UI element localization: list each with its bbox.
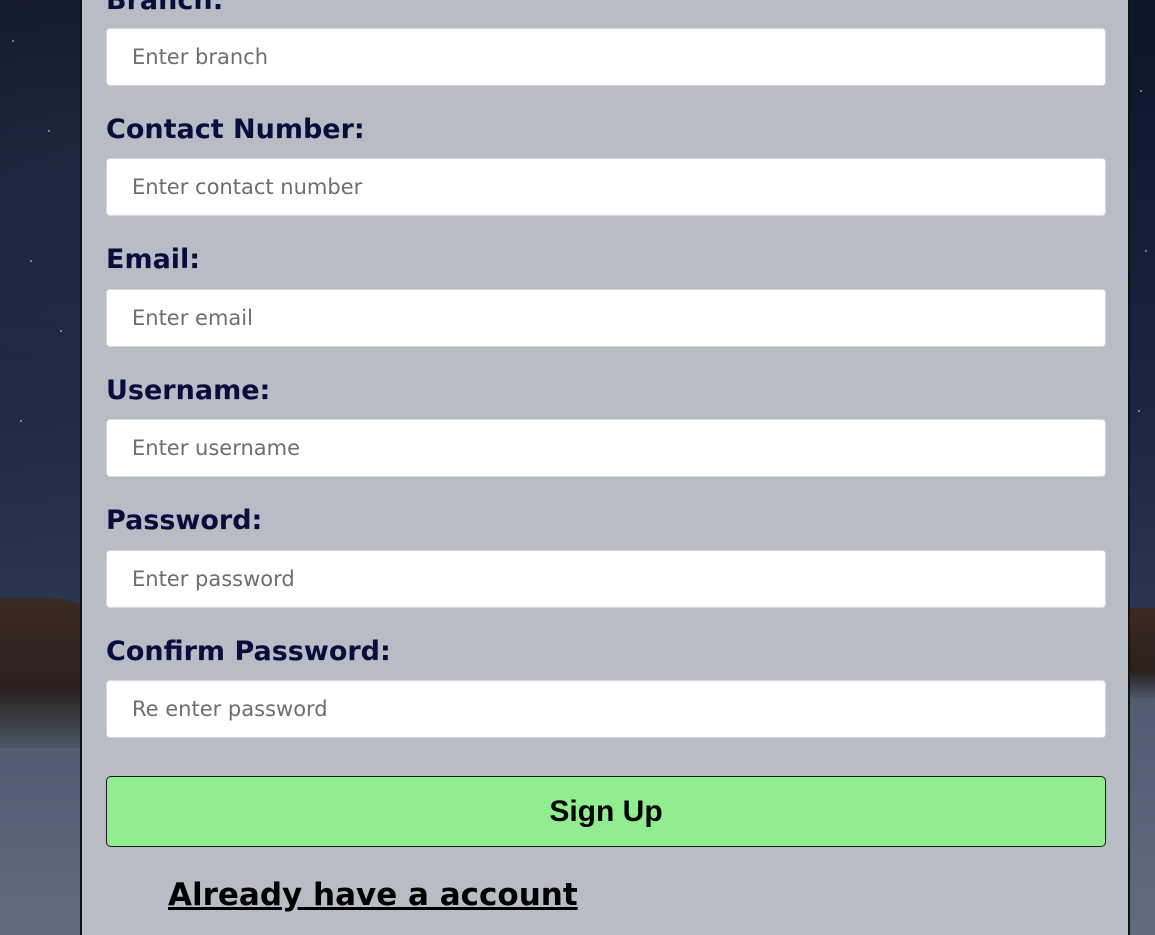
sign-up-button[interactable]: Sign Up xyxy=(106,776,1106,847)
star xyxy=(1145,250,1147,252)
username-label: Username: xyxy=(106,375,271,406)
contact-number-input[interactable] xyxy=(106,158,1106,216)
email-label: Email: xyxy=(106,244,201,275)
confirm-password-label: Confirm Password: xyxy=(106,636,391,667)
password-label: Password: xyxy=(106,505,263,536)
star xyxy=(1138,410,1140,412)
email-input[interactable] xyxy=(106,289,1106,347)
username-input[interactable] xyxy=(106,419,1106,477)
star xyxy=(20,420,22,422)
star xyxy=(12,40,14,42)
contact-number-label: Contact Number: xyxy=(106,114,365,145)
branch-input[interactable] xyxy=(106,28,1106,86)
landscape-silhouette xyxy=(0,598,90,748)
star xyxy=(30,260,32,262)
star xyxy=(48,130,50,132)
star xyxy=(60,330,62,332)
star xyxy=(1140,90,1142,92)
confirm-password-input[interactable] xyxy=(106,680,1106,738)
branch-label: Branch: xyxy=(106,0,224,16)
already-have-account-link[interactable]: Already have a account xyxy=(168,880,578,911)
password-input[interactable] xyxy=(106,550,1106,608)
water-reflection xyxy=(0,748,90,935)
